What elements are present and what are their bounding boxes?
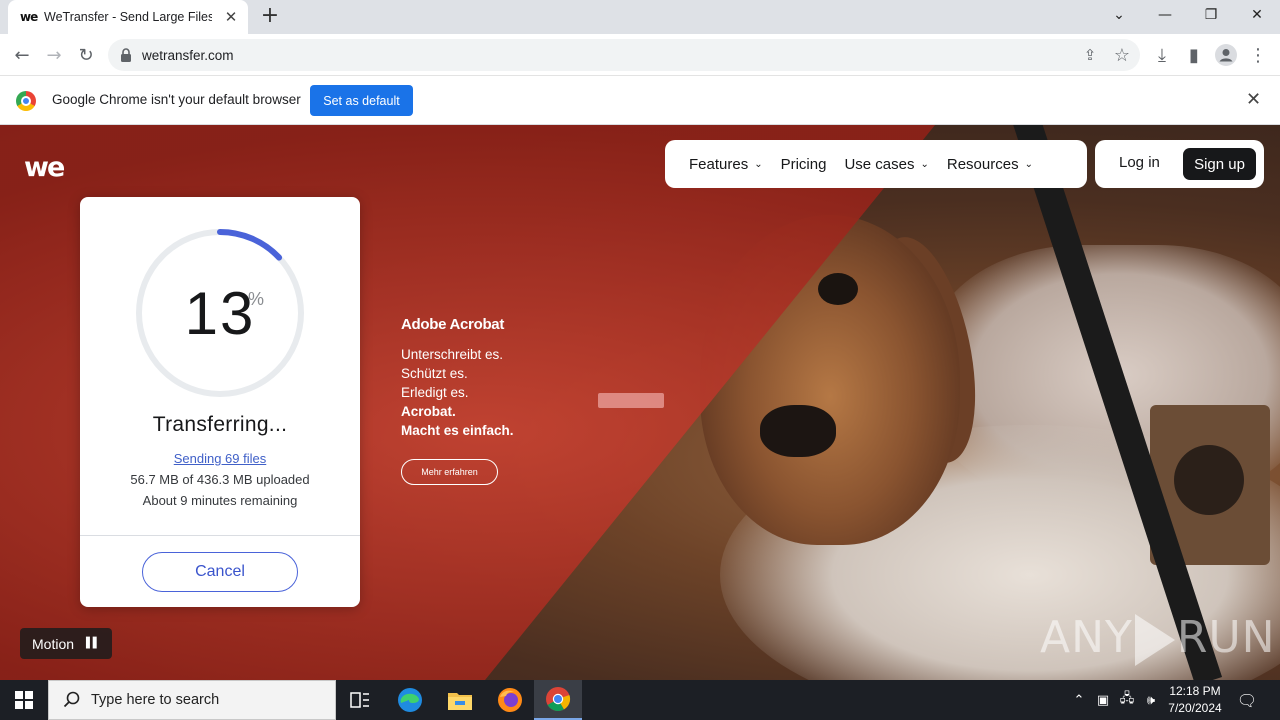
ad-line: Erledigt es.: [401, 385, 469, 400]
ad-line-bold: Macht es einfach.: [401, 423, 514, 438]
ad-copy: Adobe Acrobat Unterschreibt es. Schützt …: [401, 316, 514, 485]
watermark-right: RUN: [1176, 612, 1276, 663]
wetransfer-logo[interactable]: we: [24, 152, 65, 183]
volume-icon[interactable]: 🕪: [1140, 680, 1162, 720]
dog-nose-image: [760, 405, 836, 457]
restore-button[interactable]: ❐: [1188, 0, 1234, 30]
file-explorer-icon[interactable]: [436, 680, 484, 720]
chevron-down-icon: ⌄: [920, 158, 929, 170]
progress-percent: 13: [184, 280, 256, 347]
notification-icon[interactable]: 🗨: [1234, 680, 1260, 720]
tab-title: WeTransfer - Send Large Files &: [44, 10, 212, 24]
windows-logo-icon: [15, 691, 33, 709]
play-icon: [1134, 614, 1175, 666]
kebab-menu-icon[interactable]: ⋮: [1244, 41, 1272, 69]
download-icon[interactable]: ⤓: [1148, 41, 1176, 69]
chrome-logo-icon: [16, 91, 36, 111]
motion-label: Motion: [32, 635, 75, 652]
ad-line-bold: Acrobat.: [401, 404, 456, 419]
nav-pricing-label: Pricing: [780, 155, 827, 173]
ad-label-tag: [598, 393, 664, 408]
chrome-taskbar-icon[interactable]: [534, 680, 582, 720]
chevron-down-icon: ⌄: [1024, 158, 1033, 170]
tab-close-icon[interactable]: ✕: [222, 8, 240, 26]
minimize-button[interactable]: —: [1142, 0, 1188, 30]
start-button[interactable]: [0, 680, 48, 720]
cancel-button[interactable]: Cancel: [142, 552, 298, 592]
motion-toggle[interactable]: Motion ▌▌: [20, 628, 112, 659]
set-as-default-button[interactable]: Set as default: [310, 85, 413, 116]
nav-resources-label: Resources: [946, 155, 1019, 173]
side-panel-icon[interactable]: ▮: [1180, 41, 1208, 69]
nav-resources[interactable]: Resources ⌄: [947, 156, 1033, 173]
ad-line: Unterschreibt es.: [401, 347, 504, 362]
nav-features[interactable]: Features ⌄: [689, 156, 763, 173]
nav-pricing[interactable]: Pricing: [781, 156, 827, 173]
firefox-icon[interactable]: [486, 680, 534, 720]
transfer-card: 13 % Transferring... Sending 69 files 56…: [80, 197, 360, 607]
nav-features-label: Features: [689, 155, 749, 173]
card-divider: [80, 535, 360, 536]
ad-brand: Adobe Acrobat: [401, 316, 505, 333]
browser-tab[interactable]: we WeTransfer - Send Large Files & ✕: [8, 0, 248, 34]
time-remaining: About 9 minutes remaining: [142, 493, 298, 508]
address-bar[interactable]: wetransfer.com: [108, 39, 1140, 71]
lock-icon: [121, 48, 131, 62]
ad-learn-more-button[interactable]: Mehr erfahren: [401, 459, 498, 485]
ad-line: Schützt es.: [401, 366, 468, 381]
forward-button[interactable]: →: [40, 41, 68, 69]
infobar-close-icon[interactable]: ✕: [1246, 89, 1261, 110]
task-view-icon[interactable]: [336, 680, 384, 720]
windows-taskbar: Type here to search ⌃ ▣ 🖧 🕪 12:18 PM 7/2…: [0, 680, 1280, 720]
signup-button[interactable]: Sign up: [1183, 148, 1256, 180]
clock-time: 12:18 PM: [1169, 684, 1221, 698]
infobar-message: Google Chrome isn't your default browser: [52, 92, 301, 107]
tray-device-icon[interactable]: ▣: [1092, 680, 1114, 720]
browser-toolbar: ← → ↻ wetransfer.com ⇪ ☆ ⤓ ▮ ⋮: [0, 34, 1280, 76]
back-button[interactable]: ←: [8, 41, 36, 69]
taskbar-clock[interactable]: 12:18 PM 7/20/2024: [1160, 683, 1230, 717]
watermark-left: ANY: [1040, 612, 1133, 663]
clock-date: 7/20/2024: [1168, 701, 1222, 715]
tab-strip: we WeTransfer - Send Large Files & ✕ + ⌄…: [0, 0, 1280, 34]
main-nav: Features ⌄ Pricing Use cases ⌄ Resources ⌄: [665, 140, 1087, 188]
profile-avatar[interactable]: [1212, 41, 1240, 69]
uploaded-amount: 56.7 MB of 436.3 MB uploaded: [130, 472, 310, 487]
taskbar-search[interactable]: Type here to search: [48, 680, 336, 720]
auth-panel: Log in Sign up: [1095, 140, 1264, 188]
chevron-down-icon: ⌄: [754, 158, 763, 170]
edge-icon[interactable]: [386, 680, 434, 720]
tab-search-chevron-icon[interactable]: ⌄: [1096, 0, 1142, 30]
dog-eye-image: [818, 273, 858, 305]
network-icon[interactable]: 🖧: [1116, 680, 1138, 720]
transfer-status: Transferring...: [152, 413, 288, 436]
nav-use-cases[interactable]: Use cases ⌄: [844, 156, 928, 173]
search-icon: [63, 691, 80, 708]
close-window-button[interactable]: ✕: [1234, 0, 1280, 30]
percent-sign: %: [248, 289, 265, 309]
search-placeholder: Type here to search: [91, 692, 220, 708]
default-browser-infobar: Google Chrome isn't your default browser…: [0, 77, 1280, 125]
url-text: wetransfer.com: [142, 47, 234, 63]
anyrun-watermark: ANY RUN: [1040, 612, 1276, 666]
bookmark-star-icon[interactable]: ☆: [1108, 41, 1136, 69]
tray-chevron-icon[interactable]: ⌃: [1068, 680, 1090, 720]
sending-files-link[interactable]: Sending 69 files: [80, 451, 360, 466]
wetransfer-favicon-icon: we: [20, 10, 38, 24]
new-tab-button[interactable]: +: [258, 4, 282, 28]
reload-button[interactable]: ↻: [72, 41, 100, 69]
login-link[interactable]: Log in: [1119, 154, 1160, 171]
nav-use-cases-label: Use cases: [844, 155, 915, 173]
pause-icon: ▌▌: [86, 638, 100, 649]
share-icon[interactable]: ⇪: [1076, 41, 1104, 69]
